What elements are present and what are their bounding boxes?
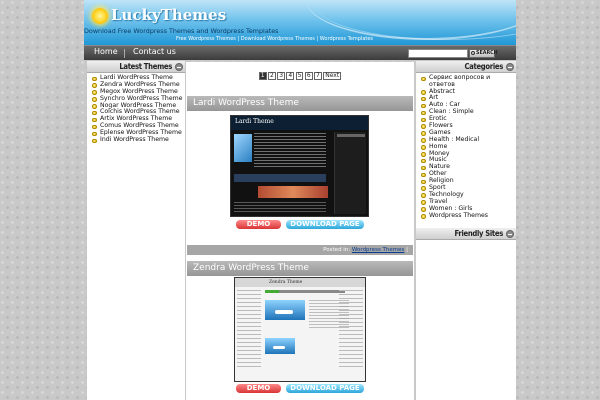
search-button[interactable]: SEARCH [469, 49, 498, 58]
sun-bullet-icon [421, 145, 426, 150]
page-link[interactable]: 6 [304, 72, 313, 80]
page-link[interactable]: 2 [268, 72, 276, 80]
page: LuckyThemes Download Free Wordpress Them… [84, 0, 516, 400]
categories-list: Сервис вопросов и ответов Abstract Art A… [416, 73, 516, 219]
sun-bullet-icon [421, 131, 426, 136]
page-link[interactable]: 7 [314, 72, 322, 80]
minus-toggle-icon[interactable] [175, 63, 183, 71]
sun-bullet-icon [421, 214, 426, 219]
post-meta: Posted in: Wordpress Themes | [187, 245, 413, 255]
nav-contact-us[interactable]: Contact us [133, 47, 176, 56]
sun-bullet-icon [421, 76, 426, 81]
list-item[interactable]: Indi WordPress Theme [92, 136, 185, 144]
minus-toggle-icon[interactable] [506, 63, 514, 71]
search-button-label: SEARCH [476, 51, 498, 56]
page-link[interactable]: 4 [286, 72, 295, 80]
main-content: 1 2 3 4 5 6 7 Next Lardi WordPress Theme… [186, 62, 414, 400]
pagination: 1 2 3 4 5 6 7 Next [186, 72, 414, 80]
sun-bullet-icon [421, 124, 426, 129]
post-title-zendra[interactable]: Zendra WordPress Theme [187, 261, 413, 276]
friendly-sites-title: Friendly Sites [454, 229, 504, 238]
sun-bullet-icon [421, 96, 426, 102]
sun-bullet-icon [421, 200, 426, 205]
sun-bullet-icon [92, 138, 97, 144]
list-item[interactable]: Wordpress Themes [421, 212, 516, 220]
sun-bullet-icon [92, 83, 97, 88]
site-subtagline: Free Wordpress Themes | Download Wordpre… [176, 36, 374, 42]
category-link[interactable]: Wordpress Themes [352, 247, 404, 253]
sun-bullet-icon [421, 179, 426, 185]
demo-button[interactable]: DEMO [236, 384, 281, 393]
sun-bullet-icon [92, 124, 97, 130]
nav-home[interactable]: Home [94, 47, 118, 56]
sun-bullet-icon [421, 152, 426, 157]
left-sidebar: Latest Themes Lardi WordPress Theme Zend… [87, 61, 185, 400]
sun-bullet-icon [421, 110, 426, 116]
categories-header: Categories [416, 61, 516, 73]
site-header: LuckyThemes Download Free Wordpress Them… [84, 0, 516, 45]
latest-themes-header: Latest Themes [87, 61, 185, 73]
download-page-button[interactable]: DOWNLOAD PAGE [286, 384, 364, 393]
right-sidebar: Categories Сервис вопросов и ответов Abs… [416, 61, 516, 400]
list-item[interactable]: Сервис вопросов и ответов [421, 74, 516, 89]
main-nav: Home Contact us SEARCH [84, 45, 516, 60]
preview-logo: Lardi Theme [235, 118, 274, 125]
post-title-lardi[interactable]: Lardi WordPress Theme [187, 96, 413, 111]
sun-bullet-icon [92, 90, 97, 95]
download-page-button[interactable]: DOWNLOAD PAGE [286, 220, 364, 229]
magnifier-icon [471, 51, 475, 55]
sun-bullet-icon [421, 165, 426, 171]
search-input[interactable] [408, 49, 468, 58]
sun-bullet-icon [92, 110, 97, 116]
sun-bullet-icon [421, 103, 426, 109]
sun-bullet-icon [421, 117, 426, 123]
preview-logo: Zendra Theme [269, 280, 303, 285]
sun-bullet-icon [92, 117, 97, 123]
sun-bullet-icon [421, 207, 426, 212]
sun-bullet-icon [92, 104, 97, 109]
sun-bullet-icon [421, 138, 426, 143]
post-thumbnail-zendra[interactable]: Zendra Theme [234, 277, 366, 382]
minus-toggle-icon[interactable] [506, 230, 514, 238]
nav-separator [124, 49, 125, 58]
sun-bullet-icon [92, 76, 97, 81]
post-thumbnail-lardi[interactable]: Lardi Theme [230, 115, 369, 217]
site-logo[interactable]: LuckyThemes [111, 6, 226, 24]
sun-logo-icon [92, 8, 108, 24]
demo-button[interactable]: DEMO [236, 220, 281, 229]
site-tagline: Download Free Wordpress Themes and Wordp… [84, 27, 279, 35]
next-page-link[interactable]: Next [323, 72, 342, 80]
latest-themes-list: Lardi WordPress Theme Zendra WordPress T… [87, 73, 185, 144]
sun-bullet-icon [421, 158, 426, 164]
sun-bullet-icon [92, 97, 97, 102]
sun-bullet-icon [421, 186, 426, 191]
page-link-current[interactable]: 1 [258, 72, 267, 80]
sun-bullet-icon [92, 131, 97, 137]
categories-title: Categories [464, 62, 503, 71]
latest-themes-title: Latest Themes [119, 62, 172, 71]
page-link[interactable]: 5 [295, 72, 304, 80]
friendly-sites-header: Friendly Sites [416, 228, 516, 240]
page-link[interactable]: 3 [277, 72, 286, 80]
sun-bullet-icon [421, 193, 426, 198]
sun-bullet-icon [421, 172, 426, 178]
sun-bullet-icon [421, 90, 426, 95]
